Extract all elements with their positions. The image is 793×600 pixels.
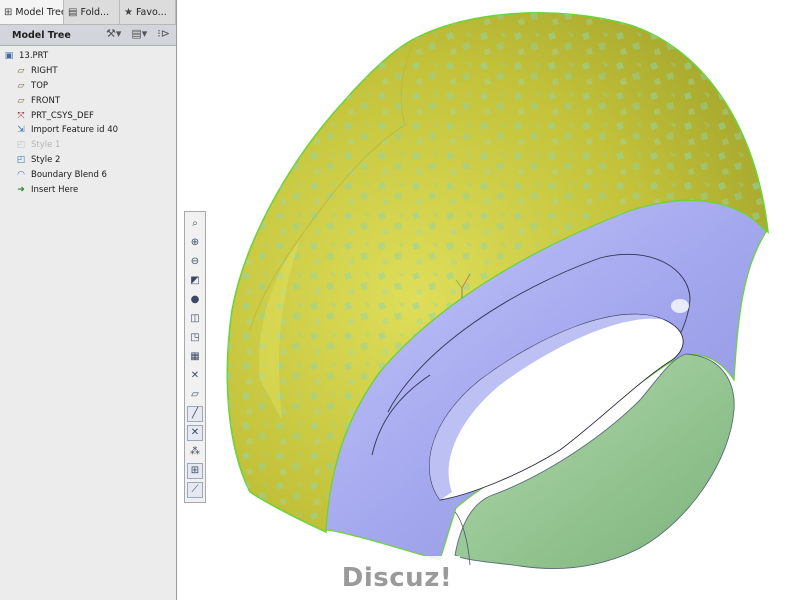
- zoom-in-icon[interactable]: ⊕: [187, 235, 203, 251]
- refit-icon[interactable]: ⌕: [187, 216, 203, 232]
- tree-item-top[interactable]: ▱ TOP: [0, 79, 176, 94]
- import-feature-icon: ⇲: [17, 125, 25, 136]
- point-display-icon[interactable]: ⁂: [187, 444, 203, 460]
- repaint-icon[interactable]: ◩: [187, 273, 203, 289]
- filter-icon[interactable]: ⁝⊳: [157, 27, 170, 40]
- view-manager-icon[interactable]: ◳: [187, 330, 203, 346]
- axis-display-icon[interactable]: ✕: [187, 424, 203, 441]
- perspective-icon[interactable]: ▦: [187, 349, 203, 365]
- spin-center-icon[interactable]: ✕: [187, 368, 203, 384]
- graphics-window[interactable]: [177, 0, 793, 600]
- tree-item-insert-here[interactable]: ➜ Insert Here: [0, 182, 176, 197]
- tree-item-label: RIGHT: [31, 66, 58, 77]
- favorites-icon: ★: [124, 6, 133, 18]
- tree-toolbar-title: Model Tree: [12, 29, 71, 41]
- datum-plane-icon: ▱: [17, 80, 25, 91]
- view-toolbar: ⌕ ⊕ ⊖ ◩ ● ◫ ◳ ▦ ✕ ▱ ╱ ✕ ⁂ ⊞ ⟋: [184, 211, 206, 503]
- tree-item-label: Insert Here: [31, 184, 79, 195]
- csys-icon: ⤧: [17, 110, 25, 121]
- display-style-icon[interactable]: ●: [187, 292, 203, 308]
- tree-item-label: 13.PRT: [19, 51, 49, 62]
- tree-item-label: Style 1: [31, 140, 61, 151]
- folder-icon: ▤: [68, 6, 78, 18]
- style-icon: ◰: [16, 140, 26, 151]
- tab-favorites[interactable]: ★ Favo...: [120, 0, 176, 24]
- show-icon[interactable]: ▤▾: [131, 27, 147, 40]
- tree-item-boundary-blend[interactable]: ◠ Boundary Blend 6: [0, 167, 176, 182]
- tree-item-style-1[interactable]: ◰ Style 1: [0, 138, 176, 153]
- datum-plane-icon: ▱: [17, 66, 25, 77]
- style-icon: ◰: [16, 154, 26, 165]
- insert-arrow-icon: ➜: [17, 184, 25, 195]
- csys-display-icon[interactable]: ⊞: [187, 462, 203, 479]
- settings-icon[interactable]: ⚒▾: [106, 27, 121, 40]
- tree-item-right[interactable]: ▱ RIGHT: [0, 64, 176, 79]
- model-tree-icon: ⊞: [4, 6, 13, 18]
- tab-folder-browser[interactable]: ▤ Fold...: [64, 0, 120, 24]
- watermark: Discuz!: [334, 556, 460, 600]
- model-tree: ▣ 13.PRT ▱ RIGHT ▱ TOP ▱ FRONT ⤧ PRT_CSY…: [0, 46, 176, 197]
- tree-item-style-2[interactable]: ◰ Style 2: [0, 153, 176, 168]
- model-3d-view[interactable]: [177, 0, 793, 600]
- sketch-display-icon[interactable]: ⟋: [187, 481, 203, 498]
- tree-item-13-prt[interactable]: ▣ 13.PRT: [0, 49, 176, 64]
- annotation-display-icon[interactable]: ▱: [187, 387, 203, 403]
- tree-item-label: Boundary Blend 6: [31, 169, 107, 180]
- tab-model-tree[interactable]: ⊞ Model Tree: [0, 0, 64, 24]
- tree-item-label: PRT_CSYS_DEF: [31, 110, 94, 121]
- watermark-text: Discuz!: [341, 563, 453, 593]
- tree-item-label: Import Feature id 40: [31, 125, 119, 136]
- specular-highlight: [671, 299, 689, 313]
- datum-plane-icon: ▱: [17, 95, 25, 106]
- panel-tabs: ⊞ Model Tree ▤ Fold... ★ Favo...: [0, 0, 176, 25]
- tree-item-import-feature[interactable]: ⇲ Import Feature id 40: [0, 123, 176, 138]
- tab-label: Favo...: [135, 6, 167, 18]
- tab-label: Fold...: [80, 6, 110, 18]
- tab-label: Model Tree: [15, 6, 64, 18]
- boundary-blend-icon: ◠: [17, 169, 25, 180]
- plane-display-icon[interactable]: ╱: [187, 405, 203, 422]
- tree-item-prt-csys-def[interactable]: ⤧ PRT_CSYS_DEF: [0, 108, 176, 123]
- tree-item-front[interactable]: ▱ FRONT: [0, 93, 176, 108]
- model-tree-panel: ⊞ Model Tree ▤ Fold... ★ Favo... Model T…: [0, 0, 177, 600]
- part-icon: ▣: [4, 51, 14, 62]
- zoom-out-icon[interactable]: ⊖: [187, 254, 203, 270]
- saved-views-icon[interactable]: ◫: [187, 311, 203, 327]
- tree-toolbar: Model Tree ⚒▾ ▤▾ ⁝⊳: [0, 25, 176, 46]
- tree-item-label: FRONT: [31, 95, 61, 106]
- tree-item-label: TOP: [31, 80, 49, 91]
- tree-item-label: Style 2: [31, 154, 61, 165]
